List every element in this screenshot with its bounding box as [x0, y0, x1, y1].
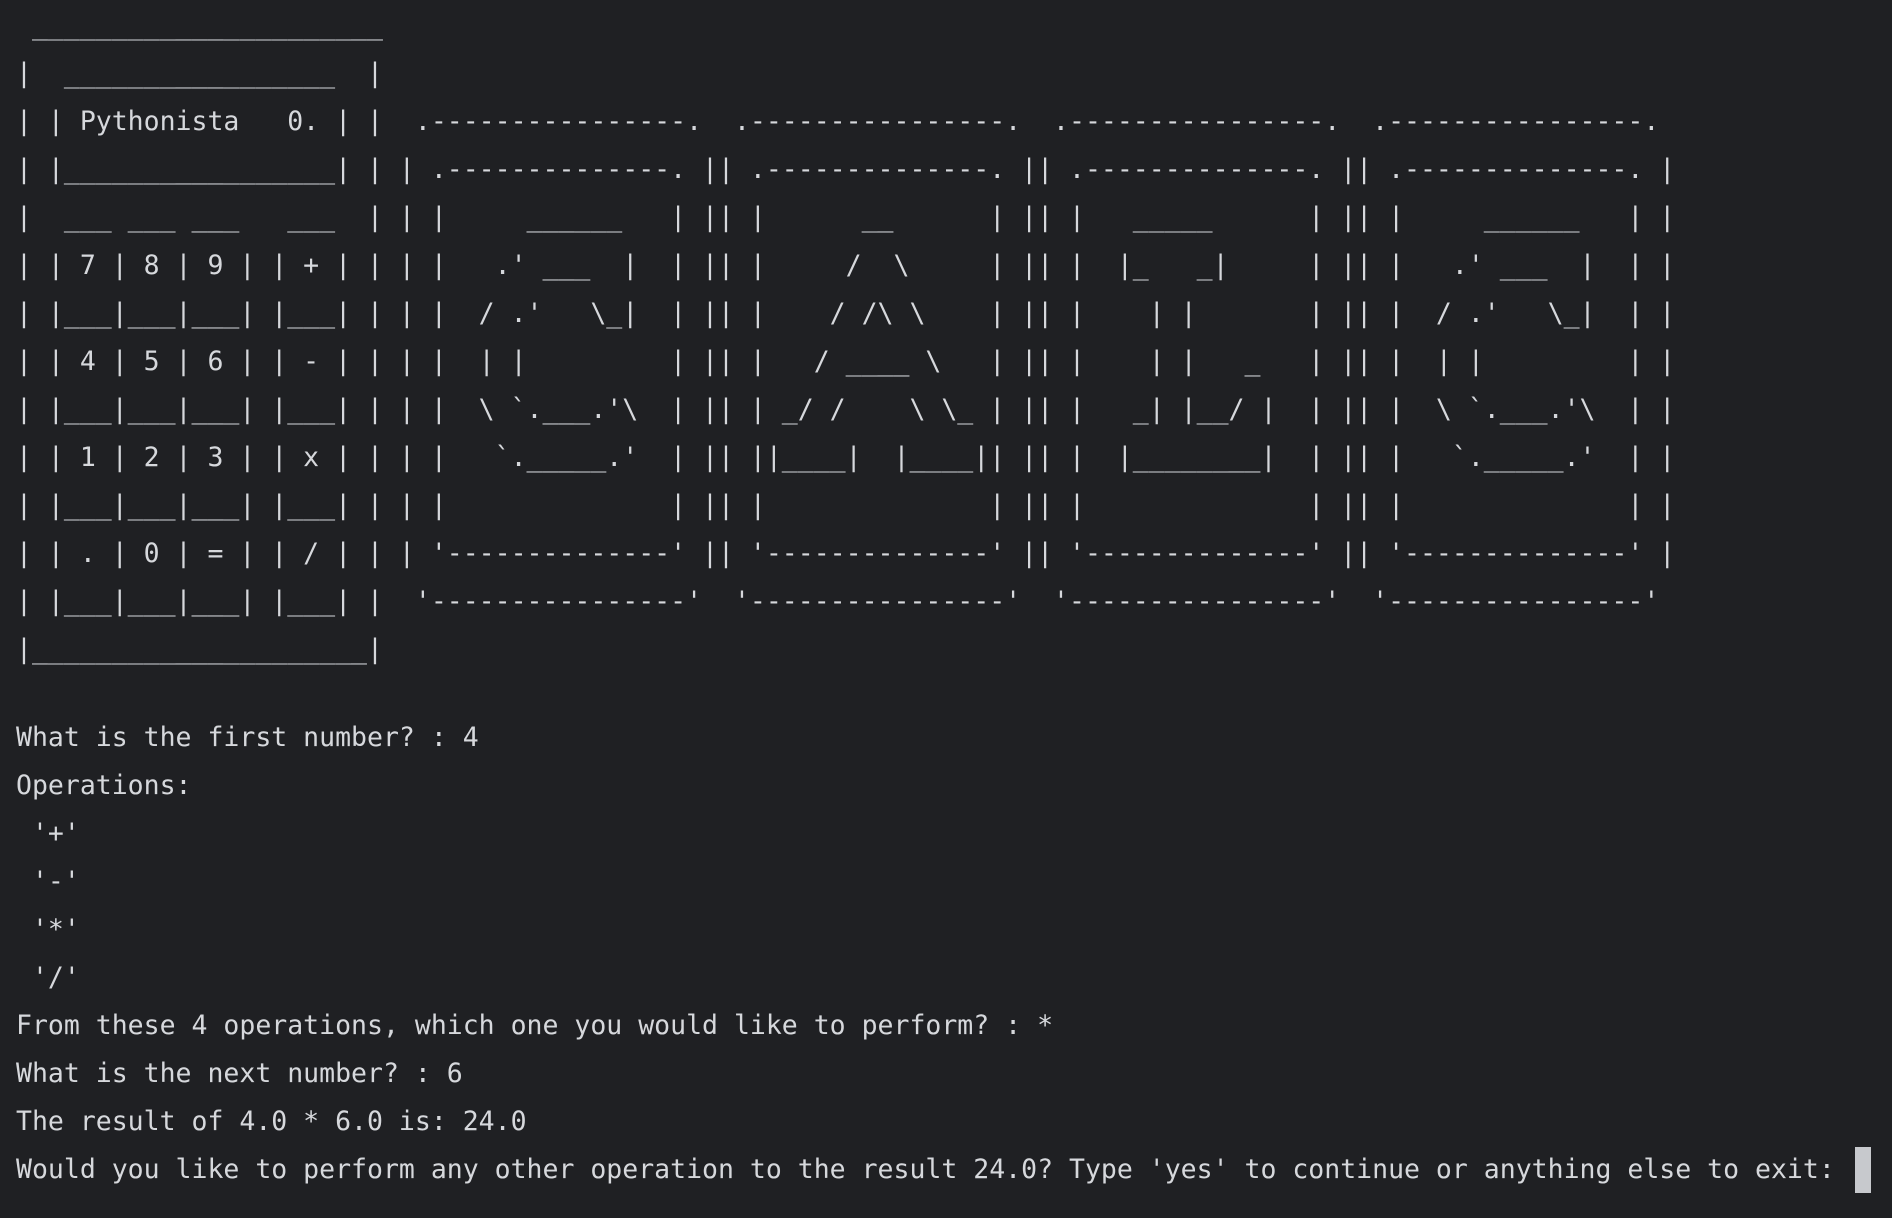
ascii-art-line: | | . | 0 | = | | / | | | '-------------…: [16, 538, 1676, 569]
next-number-prompt: What is the next number? : 6: [16, 1058, 463, 1089]
operation-option: '*': [16, 914, 80, 945]
continue-prompt: Would you like to perform any other oper…: [16, 1154, 1851, 1185]
operation-option: '+': [16, 818, 80, 849]
ascii-art-line: | |_________________| | | .-------------…: [16, 154, 1676, 185]
operation-option: '-': [16, 866, 80, 897]
ascii-art-banner: ______________________ | _______________…: [16, 2, 1675, 674]
ascii-art-line: | | Pythonista 0. | | .----------------.…: [16, 106, 1660, 137]
ascii-art-line: | _________________ |: [16, 58, 383, 89]
ascii-art-line: | |___|___|___| |___| | | | / .' \_| | |…: [16, 298, 1676, 329]
operation-option: '/': [16, 962, 80, 993]
ascii-art-line: | | 4 | 5 | 6 | | - | | | | | | | || | /…: [16, 346, 1676, 377]
continue-prompt-row[interactable]: Would you like to perform any other oper…: [16, 1146, 1871, 1194]
terminal-window[interactable]: ______________________ | _______________…: [0, 0, 1892, 1218]
operation-choice-prompt: From these 4 operations, which one you w…: [16, 1010, 1054, 1041]
ascii-art-line: | | 7 | 8 | 9 | | + | | | | .' ___ | | |…: [16, 250, 1676, 281]
ascii-art-line: | |___|___|___| |___| | '---------------…: [16, 586, 1660, 617]
ascii-art-line: | | 1 | 2 | 3 | | x | | | | `._____.' | …: [16, 442, 1676, 473]
ascii-art-line: | ___ ___ ___ ___ | | | ______ | || | __…: [16, 202, 1676, 233]
text-cursor[interactable]: [1854, 1147, 1871, 1193]
ascii-art-line: |_____________________|: [16, 634, 383, 665]
ascii-art-line: | |___|___|___| |___| | | | | || | | || …: [16, 490, 1676, 521]
operations-heading: Operations:: [16, 770, 192, 801]
first-number-prompt: What is the first number? : 4: [16, 722, 479, 753]
ascii-art-line: ______________________: [16, 10, 383, 41]
ascii-art-line: | |___|___|___| |___| | | | \ `.___.'\ |…: [16, 394, 1676, 425]
terminal-output: What is the first number? : 4 Operations…: [16, 714, 1871, 1194]
result-line: The result of 4.0 * 6.0 is: 24.0: [16, 1106, 527, 1137]
